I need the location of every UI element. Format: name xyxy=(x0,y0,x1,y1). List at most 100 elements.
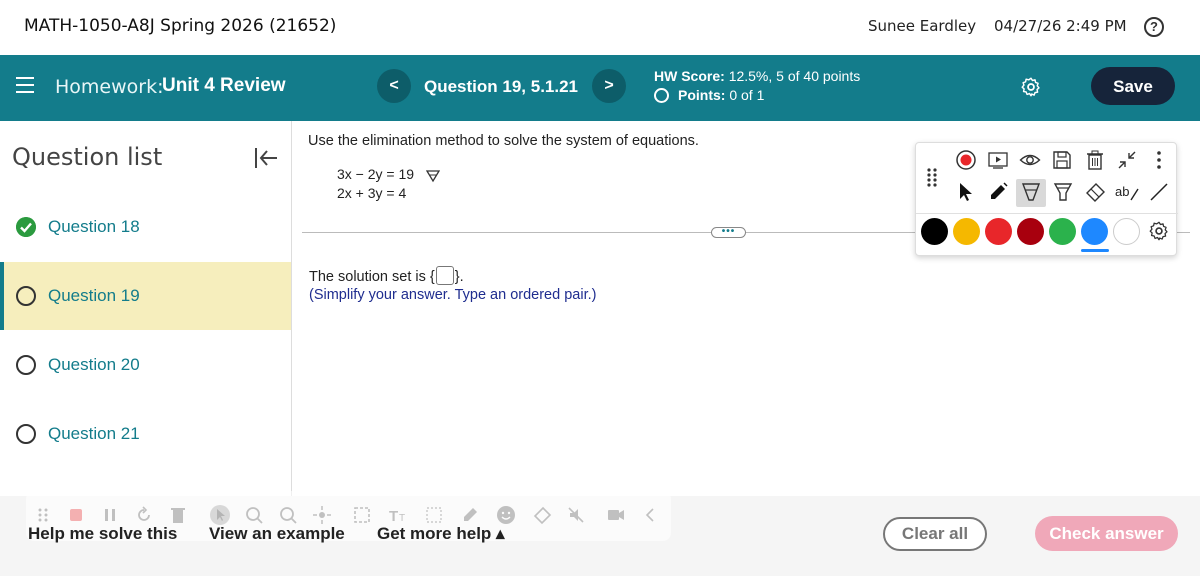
homework-name: Unit 4 Review xyxy=(162,75,286,96)
save-disk-icon[interactable] xyxy=(1051,149,1073,171)
sidebar-item-question-18[interactable]: Question 18 xyxy=(0,193,291,261)
points-label: Points: xyxy=(678,87,726,103)
check-answer-button[interactable]: Check answer xyxy=(1035,516,1178,551)
points: Points: 0 of 1 xyxy=(654,87,764,103)
pause-icon[interactable] xyxy=(100,505,120,525)
trash-icon[interactable] xyxy=(1084,149,1106,171)
pen-icon[interactable] xyxy=(460,505,480,525)
question-prompt: Use the elimination method to solve the … xyxy=(308,133,699,149)
previous-question-button[interactable]: < xyxy=(377,69,411,103)
clear-all-button[interactable]: Clear all xyxy=(883,517,987,551)
toolbar-separator xyxy=(916,213,1178,214)
course-title: MATH-1050-A8J Spring 2026 (21652) xyxy=(24,16,337,36)
eraser-icon[interactable] xyxy=(532,505,552,525)
answer-input[interactable] xyxy=(435,266,454,285)
eraser-icon[interactable] xyxy=(1084,181,1106,203)
trash-icon[interactable] xyxy=(168,505,188,525)
chevron-right-icon: > xyxy=(604,77,614,94)
equation-2: 2x + 3y = 4 xyxy=(337,185,407,201)
color-swatch-green[interactable] xyxy=(1049,218,1076,245)
highlighter-marker-icon xyxy=(426,170,440,183)
chevron-left-icon[interactable] xyxy=(640,505,660,525)
svg-text:ab: ab xyxy=(1115,184,1129,199)
solution-prefix: The solution set is { xyxy=(309,269,435,285)
mute-icon[interactable] xyxy=(566,505,586,525)
zoom-icon[interactable] xyxy=(278,505,298,525)
question-list-title: Question list xyxy=(12,143,163,171)
select-region-icon[interactable] xyxy=(352,505,372,525)
hw-score: HW Score: 12.5%, 5 of 40 points xyxy=(654,68,860,84)
save-button[interactable]: Save xyxy=(1091,67,1175,105)
drawing-toolbar: ab xyxy=(915,142,1178,256)
gear-icon[interactable] xyxy=(1020,76,1042,98)
homework-label: Homework: xyxy=(55,76,164,98)
datetime: 04/27/26 2:49 PM xyxy=(994,17,1127,35)
pointer-icon[interactable] xyxy=(955,181,977,203)
color-swatch-white[interactable] xyxy=(1113,218,1140,245)
text-size-icon[interactable]: TT xyxy=(388,505,408,525)
empty-circle-icon xyxy=(16,355,36,375)
hamburger-menu-icon[interactable] xyxy=(16,77,34,93)
camera-icon[interactable] xyxy=(606,505,626,525)
highlighter-icon[interactable] xyxy=(1020,181,1042,203)
sidebar-item-question-21[interactable]: Question 21 xyxy=(0,400,291,468)
chevron-left-icon: < xyxy=(389,77,399,94)
answer-hint: (Simplify your answer. Type an ordered p… xyxy=(309,287,597,303)
color-swatch-yellow[interactable] xyxy=(953,218,980,245)
empty-circle-icon xyxy=(16,286,36,306)
marker-icon[interactable] xyxy=(1052,181,1074,203)
question-label: Question 19, 5.1.21 xyxy=(424,77,579,96)
next-question-button[interactable]: > xyxy=(592,69,626,103)
play-video-icon[interactable] xyxy=(987,149,1009,171)
sidebar-item-question-19[interactable]: Question 19 xyxy=(0,262,291,330)
question-circle-icon[interactable]: ? xyxy=(1144,17,1164,37)
drag-handle-icon[interactable] xyxy=(926,167,938,187)
text-annotation-icon[interactable]: ab xyxy=(1114,181,1140,203)
equation-1: 3x − 2y = 19 xyxy=(337,166,415,182)
laser-pointer-icon[interactable] xyxy=(312,505,332,525)
stop-record-icon[interactable] xyxy=(66,505,86,525)
gear-icon[interactable] xyxy=(1148,220,1170,242)
top-bar: MATH-1050-A8J Spring 2026 (21652) Sunee … xyxy=(0,0,1200,55)
empty-circle-icon xyxy=(16,424,36,444)
svg-text:T: T xyxy=(389,508,398,525)
points-ring-icon xyxy=(654,88,669,103)
get-more-help-link[interactable]: Get more help ▴ xyxy=(377,524,505,544)
grid-icon[interactable] xyxy=(424,505,444,525)
points-value: 0 of 1 xyxy=(729,87,765,103)
help-me-solve-this-link[interactable]: Help me solve this xyxy=(28,524,177,544)
eye-icon[interactable] xyxy=(1019,149,1041,171)
hw-score-label: HW Score: xyxy=(654,68,725,84)
restart-icon[interactable] xyxy=(134,505,154,525)
svg-text:T: T xyxy=(399,513,405,524)
color-swatch-dark-red[interactable] xyxy=(1017,218,1044,245)
pen-icon[interactable] xyxy=(987,181,1009,203)
user-name: Sunee Eardley xyxy=(868,17,977,35)
emoji-icon[interactable] xyxy=(496,505,516,525)
record-icon[interactable] xyxy=(955,149,977,171)
solution-suffix: }. xyxy=(454,269,464,285)
view-an-example-link[interactable]: View an example xyxy=(209,524,345,544)
homework-header: Homework: Unit 4 Review < Question 19, 5… xyxy=(0,55,1200,121)
question-list-sidebar: Question list Question 18 Question 19 Qu… xyxy=(0,121,292,501)
sidebar-item-label: Question 21 xyxy=(48,424,140,443)
resize-handle[interactable]: ••• xyxy=(711,227,746,238)
checkmark-circle-icon xyxy=(16,217,36,237)
color-swatch-red[interactable] xyxy=(985,218,1012,245)
solution-line: The solution set is {}. xyxy=(309,266,464,285)
sidebar-item-label: Question 19 xyxy=(48,286,140,305)
more-options-icon[interactable] xyxy=(1148,149,1170,171)
pointer-icon[interactable] xyxy=(210,505,230,525)
color-swatch-black[interactable] xyxy=(921,218,948,245)
line-tool-icon[interactable] xyxy=(1148,181,1170,203)
drag-handle-icon[interactable] xyxy=(34,505,54,525)
sidebar-item-label: Question 20 xyxy=(48,355,140,374)
selected-color-indicator xyxy=(1081,249,1109,252)
collapse-sidebar-icon[interactable] xyxy=(253,146,279,170)
hw-score-value: 12.5%, 5 of 40 points xyxy=(728,68,861,84)
sidebar-item-question-20[interactable]: Question 20 xyxy=(0,331,291,399)
collapse-arrows-icon[interactable] xyxy=(1116,149,1138,171)
color-swatch-blue[interactable] xyxy=(1081,218,1108,245)
sidebar-item-label: Question 18 xyxy=(48,217,140,236)
spotlight-icon[interactable] xyxy=(244,505,264,525)
